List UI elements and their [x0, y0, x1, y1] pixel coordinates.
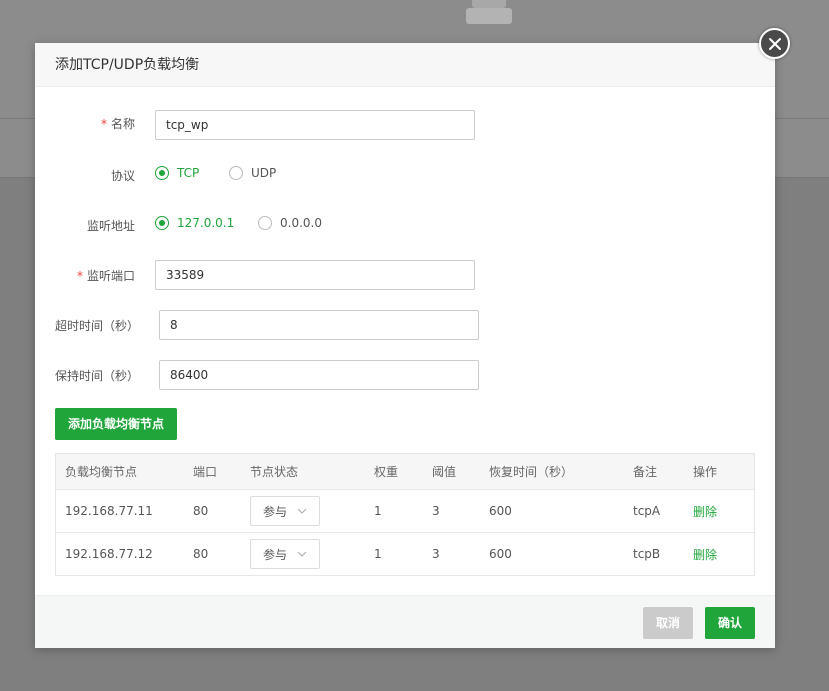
cancel-button[interactable]: 取消	[643, 607, 693, 639]
node-status-select[interactable]: 参与	[250, 496, 320, 526]
delete-node-link[interactable]: 删除	[693, 546, 743, 563]
keepalive-label: 保持时间（秒）	[55, 369, 140, 383]
add-load-balance-dialog: 添加TCP/UDP负载均衡 * 名称 tcp_wp 协议 TCP UDP 监听地址…	[35, 43, 775, 648]
name-label: * 名称	[100, 117, 135, 131]
node-status-value: 参与	[263, 547, 288, 562]
table-row: 192.168.77.12 80 参与 1 3 600 tcpB 删除	[56, 533, 754, 576]
name-input[interactable]: tcp_wp	[155, 110, 475, 140]
table-row: 192.168.77.11 80 参与 1 3 600 tcpA 删除	[56, 490, 754, 533]
timeout-input[interactable]: 8	[159, 310, 479, 340]
node-remark: tcpA	[633, 504, 661, 518]
dialog-title: 添加TCP/UDP负载均衡	[35, 43, 775, 87]
node-threshold: 3	[432, 504, 440, 518]
backdrop-logo	[466, 0, 512, 24]
node-recover-time: 600	[489, 504, 512, 518]
node-address: 192.168.77.11	[65, 504, 153, 518]
dialog-footer: 取消 确认	[35, 595, 775, 648]
column-header: 端口	[193, 465, 218, 479]
close-dialog-button[interactable]	[759, 28, 790, 59]
delete-node-link[interactable]: 删除	[693, 503, 743, 520]
column-header: 阈值	[432, 465, 457, 479]
node-port: 80	[193, 504, 209, 518]
node-table: 负载均衡节点 端口 节点状态 权重 阈值 恢复时间（秒） 备注 操作 192.1…	[55, 453, 755, 576]
column-header: 权重	[374, 465, 399, 479]
node-status-select[interactable]: 参与	[250, 539, 320, 569]
address-radio-localhost[interactable]: 127.0.0.1	[155, 216, 234, 230]
keepalive-input[interactable]: 86400	[159, 360, 479, 390]
chevron-down-icon	[297, 508, 307, 514]
protocol-label: 协议	[110, 169, 135, 183]
column-header: 节点状态	[250, 465, 299, 479]
node-weight: 1	[374, 547, 382, 561]
address-radio-all[interactable]: 0.0.0.0	[258, 216, 322, 230]
chevron-down-icon	[297, 551, 307, 557]
node-weight: 1	[374, 504, 382, 518]
node-status-value: 参与	[263, 504, 288, 519]
column-header: 负载均衡节点	[65, 465, 138, 479]
confirm-button[interactable]: 确认	[705, 607, 755, 639]
protocol-radio-tcp[interactable]: TCP	[155, 166, 199, 180]
node-recover-time: 600	[489, 547, 512, 561]
radio-checked-icon	[155, 216, 169, 230]
protocol-radio-udp[interactable]: UDP	[229, 166, 276, 180]
radio-unchecked-icon	[229, 166, 243, 180]
listen-address-label: 监听地址	[86, 219, 135, 233]
node-threshold: 3	[432, 547, 440, 561]
add-node-button[interactable]: 添加负载均衡节点	[55, 408, 177, 440]
column-header: 操作	[693, 465, 718, 479]
radio-checked-icon	[155, 166, 169, 180]
column-header: 恢复时间（秒）	[489, 465, 574, 479]
column-header: 备注	[633, 465, 658, 479]
close-icon	[768, 37, 781, 50]
listen-port-label: * 监听端口	[76, 269, 135, 283]
radio-unchecked-icon	[258, 216, 272, 230]
table-header: 负载均衡节点 端口 节点状态 权重 阈值 恢复时间（秒） 备注 操作	[56, 454, 754, 490]
node-remark: tcpB	[633, 547, 661, 561]
listen-port-input[interactable]: 33589	[155, 260, 475, 290]
timeout-label: 超时时间（秒）	[55, 319, 140, 333]
node-port: 80	[193, 547, 209, 561]
node-address: 192.168.77.12	[65, 547, 153, 561]
